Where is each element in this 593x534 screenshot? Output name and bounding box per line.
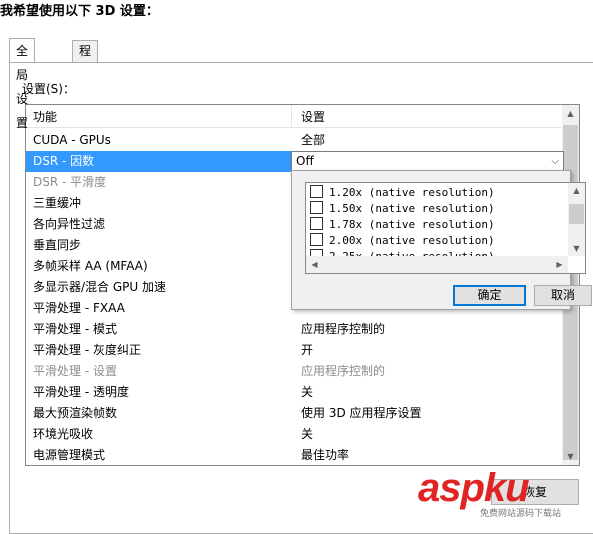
tab-program-settings[interactable]: 程序设置 <box>72 40 99 121</box>
scroll-down-arrow-icon[interactable]: ▼ <box>568 241 585 256</box>
dsr-option-label: 2.00x (native resolution) <box>329 234 495 247</box>
tab-global-settings[interactable]: 全局设置 <box>9 38 36 130</box>
cancel-button[interactable]: 取消 <box>534 285 592 306</box>
settings-label: 设置(S)： <box>22 82 75 96</box>
feature-label: 平滑处理 - 设置 <box>33 364 117 378</box>
feature-label: 平滑处理 - 灰度纠正 <box>33 343 141 357</box>
list-vertical-scrollbar[interactable]: ▲ ▼ <box>568 183 585 256</box>
feature-label: 最大预渲染帧数 <box>33 406 118 420</box>
scroll-up-arrow-icon[interactable]: ▲ <box>568 183 585 198</box>
list-scroll-thumb[interactable] <box>569 204 584 224</box>
dsr-factor-dropdown[interactable]: Off ⌵ <box>291 151 564 172</box>
dsr-option-label: 1.20x (native resolution) <box>329 186 495 199</box>
feature-label: 平滑处理 - 透明度 <box>33 385 129 399</box>
dsr-option[interactable]: 1.78x (native resolution) <box>310 217 495 233</box>
feature-label: 多显示器/混合 GPU 加速 <box>33 280 166 294</box>
page-heading: 我希望使用以下 3D 设置： <box>0 4 159 19</box>
feature-label: DSR - 平滑度 <box>33 175 107 189</box>
feature-label: 平滑处理 - FXAA <box>33 301 125 315</box>
column-divider[interactable] <box>291 105 292 127</box>
feature-label: 环境光吸收 <box>33 427 94 441</box>
ok-button[interactable]: 确定 <box>453 285 526 306</box>
grid-row-aa-transparency[interactable]: 平滑处理 - 透明度 关 <box>26 382 561 403</box>
dsr-option[interactable]: 1.50x (native resolution) <box>310 201 495 217</box>
setting-value: 全部 <box>301 133 326 147</box>
grid-row-aa-setting: 平滑处理 - 设置 应用程序控制的 <box>26 361 561 382</box>
watermark-text: aspku <box>418 466 530 510</box>
dsr-option[interactable]: 1.20x (native resolution) <box>310 185 495 201</box>
grid-header: 功能 设置 <box>26 105 561 128</box>
column-header-setting[interactable]: 设置 <box>301 108 325 125</box>
scroll-right-arrow-icon[interactable]: ▶ <box>551 256 568 273</box>
feature-label: CUDA - GPUs <box>33 133 111 147</box>
scroll-left-arrow-icon[interactable]: ◀ <box>306 256 323 273</box>
setting-value: 使用 3D 应用程序设置 <box>301 406 422 420</box>
scroll-up-arrow-icon[interactable]: ▲ <box>562 105 579 122</box>
list-horizontal-scrollbar[interactable]: ◀ ▶ <box>306 256 568 273</box>
dsr-option-label: 1.50x (native resolution) <box>329 202 495 215</box>
column-header-feature[interactable]: 功能 <box>33 108 57 125</box>
checkbox[interactable] <box>310 233 323 246</box>
feature-label: 三重缓冲 <box>33 196 82 210</box>
checkbox[interactable] <box>310 201 323 214</box>
feature-label: 多帧采样 AA (MFAA) <box>33 259 148 273</box>
feature-label: DSR - 因数 <box>33 154 95 168</box>
dropdown-value: Off <box>296 154 314 168</box>
watermark-logo: aspku 免费网站源码下载站 <box>418 462 593 522</box>
dsr-factor-list: 1.20x (native resolution) 1.50x (native … <box>305 182 586 274</box>
dsr-factor-popup: 1.20x (native resolution) 1.50x (native … <box>291 170 592 310</box>
setting-value: 开 <box>301 343 314 357</box>
setting-value: 关 <box>301 385 314 399</box>
chevron-down-icon[interactable]: ⌵ <box>551 152 559 171</box>
feature-label: 平滑处理 - 模式 <box>33 322 117 336</box>
setting-value: 最佳功率 <box>301 448 350 462</box>
checkbox[interactable] <box>310 217 323 230</box>
setting-value: 关 <box>301 427 314 441</box>
grid-row-max-prerendered-frames[interactable]: 最大预渲染帧数 使用 3D 应用程序设置 <box>26 403 561 424</box>
setting-value: 应用程序控制的 <box>301 322 386 336</box>
dsr-option[interactable]: 2.00x (native resolution) <box>310 233 495 249</box>
grid-row-ambient-occlusion[interactable]: 环境光吸收 关 <box>26 424 561 445</box>
feature-label: 电源管理模式 <box>33 448 106 462</box>
grid-row-aa-mode[interactable]: 平滑处理 - 模式 应用程序控制的 <box>26 319 561 340</box>
grid-row-aa-gamma[interactable]: 平滑处理 - 灰度纠正 开 <box>26 340 561 361</box>
dsr-option-label: 1.78x (native resolution) <box>329 218 495 231</box>
grid-row-cuda-gpus[interactable]: CUDA - GPUs 全部 <box>26 130 561 151</box>
feature-label: 各向异性过滤 <box>33 217 106 231</box>
setting-value: 应用程序控制的 <box>301 364 386 378</box>
feature-label: 垂直同步 <box>33 238 82 252</box>
watermark-subtitle: 免费网站源码下载站 <box>480 509 562 519</box>
checkbox[interactable] <box>310 185 323 198</box>
